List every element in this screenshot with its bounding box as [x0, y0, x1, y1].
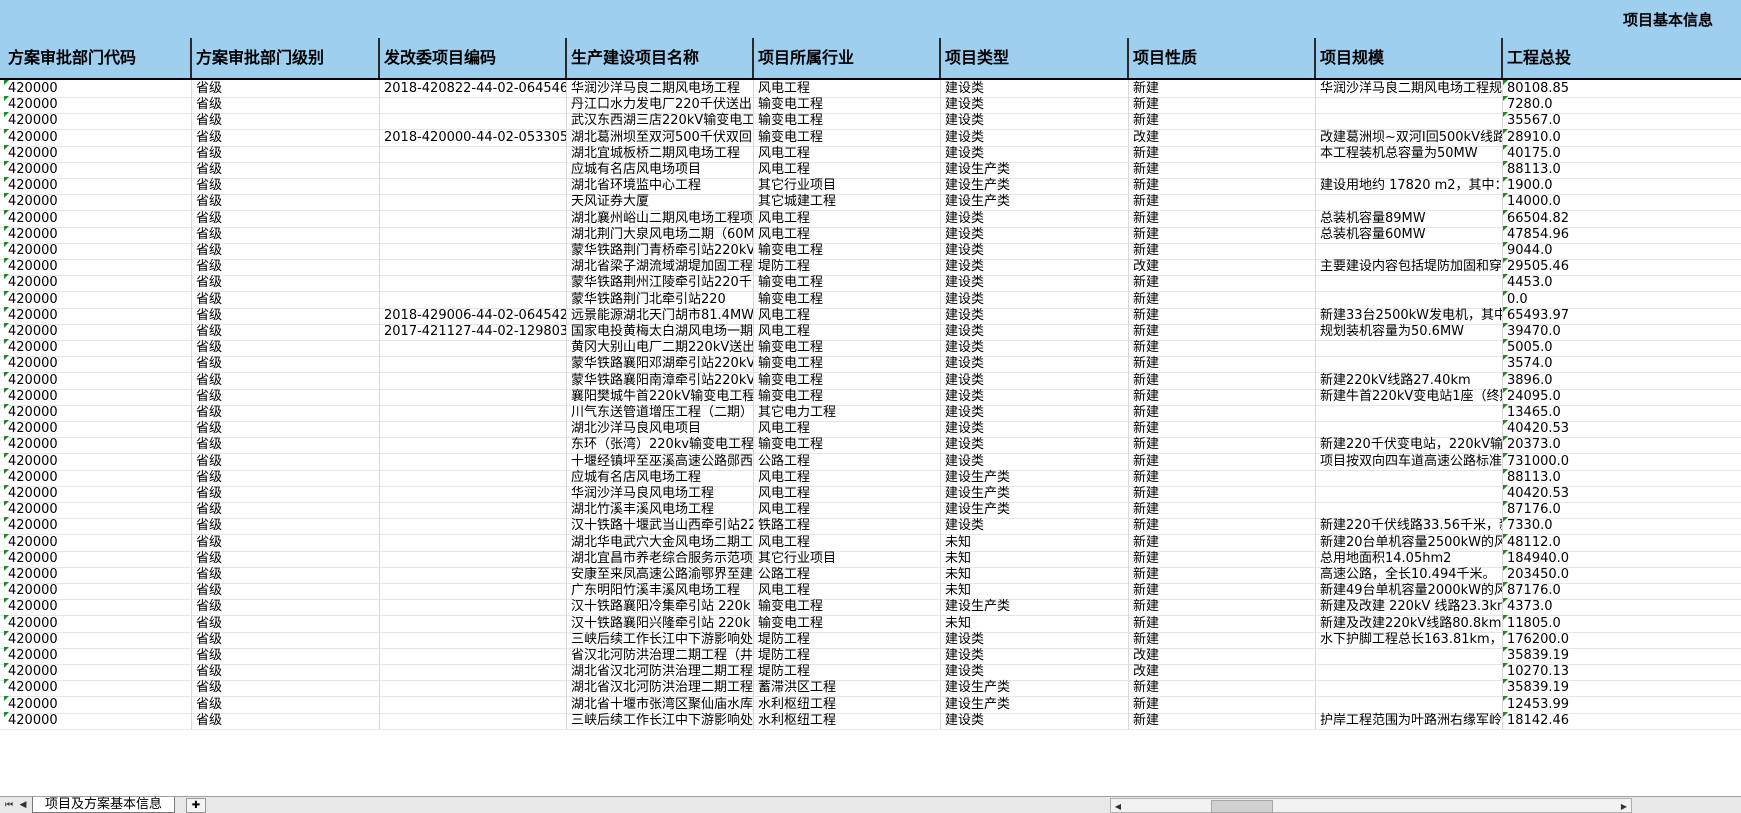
header-col-industry[interactable]: 项目所属行业	[754, 38, 941, 78]
header-col-total-investment[interactable]: 工程总投	[1503, 38, 1741, 78]
header-col-project-name[interactable]: 生产建设项目名称	[567, 38, 754, 78]
cell-col-industry[interactable]: 水利枢纽工程	[754, 711, 941, 730]
sheet-title: 项目基本信息	[1622, 11, 1713, 29]
cell-col-project-nature[interactable]: 新建	[1129, 711, 1316, 730]
cell-col-project-type[interactable]: 建设类	[941, 711, 1129, 730]
cell-col-dept-level[interactable]: 省级	[192, 711, 380, 730]
new-sheet-icon[interactable]: ✚	[186, 798, 206, 813]
cell-col-project-name[interactable]: 三峡后续工作长江中下游影响处	[567, 711, 754, 730]
cell-col-total-investment[interactable]: 18142.46	[1503, 711, 1741, 730]
data-grid[interactable]: 420000 省级 2018-420822-44-02-064546 华润沙洋马良二期…	[0, 80, 1741, 796]
first-sheet-icon[interactable]: ⏮	[2, 797, 16, 813]
sheet-title-band: 项目基本信息	[0, 0, 1741, 39]
cell-col-dept-code[interactable]: 420000	[4, 711, 192, 730]
scroll-thumb[interactable]	[1211, 800, 1273, 813]
sheet-tab-bar: ⏮ ◀ 项目及方案基本信息 ✚ ◀ ▶	[0, 796, 1741, 813]
scroll-left-icon[interactable]: ◀	[1111, 800, 1125, 813]
header-col-project-nature[interactable]: 项目性质	[1129, 38, 1316, 78]
cell-col-project-scale[interactable]: 护岸工程范围为叶路洲右缘军岭	[1316, 711, 1503, 730]
prev-sheet-icon[interactable]: ◀	[16, 797, 30, 813]
sheet-tab-main[interactable]: 项目及方案基本信息	[32, 797, 176, 813]
column-header-row: 方案审批部门代码 方案审批部门级别 发改委项目编码 生产建设项目名称 项目所属行业 项目类…	[0, 38, 1741, 80]
header-col-project-scale[interactable]: 项目规模	[1316, 38, 1503, 78]
header-col-ndrc-code[interactable]: 发改委项目编码	[380, 38, 567, 78]
cell-col-ndrc-code[interactable]	[380, 711, 567, 730]
header-col-dept-level[interactable]: 方案审批部门级别	[192, 38, 380, 78]
horizontal-scrollbar[interactable]: ◀ ▶	[1110, 798, 1632, 813]
scroll-right-icon[interactable]: ▶	[1617, 800, 1631, 813]
header-col-project-type[interactable]: 项目类型	[941, 38, 1129, 78]
header-col-dept-code[interactable]: 方案审批部门代码	[4, 38, 192, 78]
table-row: 420000 省级 三峡后续工作长江中下游影响处 水利枢纽工程 建设类 新建 护岸工程范围为…	[0, 711, 1741, 730]
